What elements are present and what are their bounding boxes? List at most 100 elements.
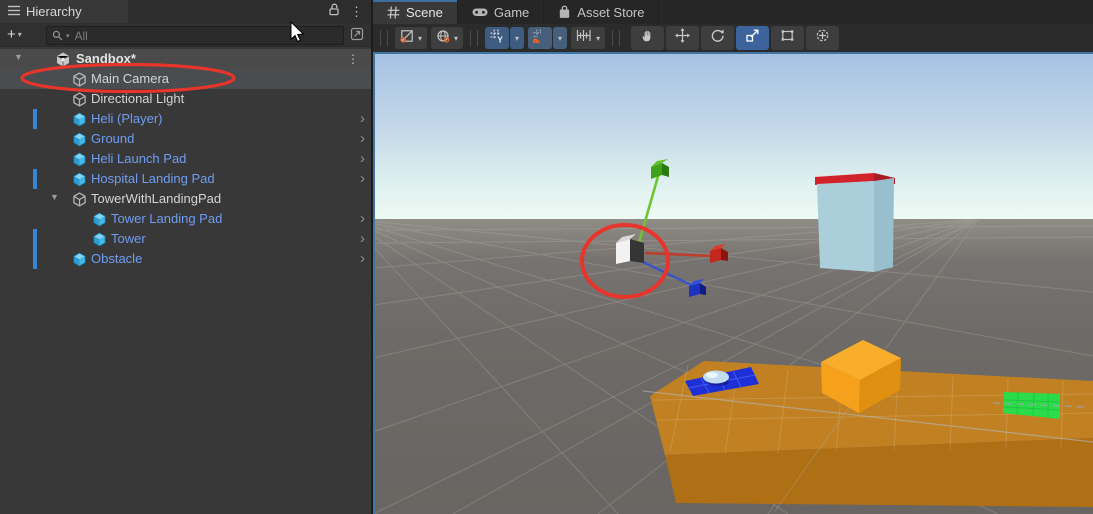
- heli-highlight: [706, 372, 718, 378]
- tower[interactable]: [815, 172, 895, 272]
- shading-mode-button[interactable]: ▾: [395, 27, 428, 49]
- prefab-override-bar: [33, 109, 37, 129]
- search-icon: [52, 30, 63, 41]
- tab-label: Asset Store: [577, 4, 645, 20]
- hierarchy-item-tower[interactable]: Tower ›: [0, 229, 371, 249]
- scene-row-sandbox[interactable]: ▼ Sandbox* ⋮: [0, 49, 371, 69]
- add-gameobject-button[interactable]: + ▾: [0, 26, 27, 43]
- view-hand-tool-button[interactable]: [631, 26, 665, 50]
- prefab-open-chevron-icon[interactable]: ›: [360, 109, 365, 129]
- search-input[interactable]: [72, 27, 307, 44]
- hierarchy-item-label: Ground: [91, 131, 135, 146]
- prefab-cube-icon: [72, 132, 87, 150]
- hierarchy-panel: Hierarchy ⋮ +▾ ▾ ▼: [0, 0, 371, 514]
- tab-scene[interactable]: Scene: [373, 0, 458, 24]
- search-filter-caret-icon[interactable]: ▾: [66, 32, 70, 40]
- prefab-cube-icon: [72, 172, 87, 190]
- hierarchy-item-heli-player[interactable]: Heli (Player) ›: [0, 109, 371, 129]
- prefab-cube-icon: [72, 252, 87, 270]
- scene-panel: Scene Game Asset Store ▾ ▾ Y ▾ ▾ ▾: [373, 0, 1093, 514]
- hierarchy-tab[interactable]: Hierarchy: [0, 0, 128, 23]
- hierarchy-list: ▼ Sandbox* ⋮ Main Camera Directional Light He…: [0, 47, 371, 269]
- hierarchy-search-field[interactable]: ▾: [46, 26, 344, 45]
- scene-name: Sandbox*: [76, 51, 136, 66]
- prefab-open-chevron-icon[interactable]: ›: [360, 149, 365, 169]
- grid-y-icon: Y: [490, 29, 504, 48]
- hierarchy-item-hospital-landing-pad[interactable]: Hospital Landing Pad ›: [0, 169, 371, 189]
- hierarchy-item-heli-launch-pad[interactable]: Heli Launch Pad ›: [0, 149, 371, 169]
- hierarchy-item-label: Heli Launch Pad: [91, 151, 187, 166]
- scene-toolbar: ▾ ▾ Y ▾ ▾ ▾: [373, 24, 1093, 52]
- scene-menu-icon[interactable]: ⋮: [347, 52, 359, 66]
- hierarchy-item-label: Main Camera: [91, 71, 170, 86]
- grid-visibility-dropdown[interactable]: ▾: [510, 27, 525, 49]
- transform-icon: [815, 28, 830, 48]
- bag-icon: [558, 5, 571, 19]
- hierarchy-item-directional-light[interactable]: Directional Light: [0, 89, 371, 109]
- snap-dropdown[interactable]: ▾: [553, 27, 568, 49]
- prefab-cube-icon: [72, 112, 87, 130]
- hierarchy-item-towerwithlandingpad[interactable]: ▼ TowerWithLandingPad: [0, 189, 371, 209]
- move-tool-button[interactable]: [666, 26, 700, 50]
- transform-tools: [631, 26, 840, 50]
- scale-tool-button[interactable]: [736, 26, 770, 50]
- prefab-cube-icon: [92, 212, 107, 230]
- prefab-open-chevron-icon[interactable]: ›: [360, 249, 365, 269]
- snap-toggle-button[interactable]: [528, 27, 553, 49]
- expand-triangle-icon[interactable]: ▼: [50, 192, 59, 202]
- hierarchy-tab-label: Hierarchy: [26, 4, 82, 19]
- skybox: [375, 54, 1093, 219]
- scene-tabbar: Scene Game Asset Store: [373, 0, 1093, 24]
- svg-text:Y: Y: [497, 34, 503, 43]
- toolbar-grip[interactable]: [380, 30, 388, 46]
- prefab-open-chevron-icon[interactable]: ›: [360, 129, 365, 149]
- tab-asset-store[interactable]: Asset Store: [544, 0, 660, 24]
- hierarchy-item-label: Heli (Player): [91, 111, 163, 126]
- collapse-triangle-icon[interactable]: ▼: [14, 52, 23, 62]
- toolbar-separator: [470, 30, 479, 46]
- hierarchy-item-label: Directional Light: [91, 91, 185, 106]
- scene-viewport[interactable]: [373, 52, 1093, 514]
- gameobject-cube-icon: [72, 72, 87, 90]
- tab-label: Scene: [406, 4, 443, 20]
- hand-icon: [640, 28, 655, 48]
- grid-icon: [387, 5, 400, 19]
- rect-tool-button[interactable]: [771, 26, 805, 50]
- prefab-cube-icon: [92, 232, 107, 250]
- prefab-cube-icon: [72, 152, 87, 170]
- view-options-button[interactable]: ▾: [431, 27, 464, 49]
- hierarchy-header: Hierarchy ⋮: [0, 0, 371, 23]
- prefab-override-bar: [33, 249, 37, 269]
- shading-mode-icon: [400, 29, 414, 48]
- hierarchy-item-label: TowerWithLandingPad: [91, 191, 222, 206]
- toolbar-separator: [612, 30, 621, 46]
- unity-editor: Hierarchy ⋮ +▾ ▾ ▼: [0, 0, 1093, 514]
- gameobject-cube-icon: [72, 192, 87, 210]
- scale-icon: [745, 28, 760, 48]
- hierarchy-item-label: Tower Landing Pad: [111, 211, 223, 226]
- tab-game[interactable]: Game: [458, 0, 545, 24]
- hierarchy-item-label: Tower: [111, 231, 146, 246]
- gamepad-icon: [472, 6, 488, 18]
- prefab-open-chevron-icon[interactable]: ›: [360, 209, 365, 229]
- rect-tool-icon: [780, 28, 795, 48]
- rotate-tool-button[interactable]: [701, 26, 735, 50]
- grid-visibility-button[interactable]: Y: [485, 27, 510, 49]
- move-icon: [675, 28, 691, 48]
- hierarchy-item-obstacle[interactable]: Obstacle ›: [0, 249, 371, 269]
- hierarchy-item-ground[interactable]: Ground ›: [0, 129, 371, 149]
- prefab-open-chevron-icon[interactable]: ›: [360, 169, 365, 189]
- snap-increment-button[interactable]: ▾: [571, 27, 606, 49]
- unlock-icon[interactable]: [328, 3, 340, 21]
- grid-magnet-icon: [531, 29, 547, 48]
- transform-tool-button[interactable]: [806, 26, 840, 50]
- hierarchy-item-label: Obstacle: [91, 251, 143, 266]
- prefab-override-bar: [33, 169, 37, 189]
- hierarchy-item-tower-landing-pad[interactable]: Tower Landing Pad ›: [0, 209, 371, 229]
- ruler-icon: [576, 29, 592, 47]
- hierarchy-toolbar: + ▾ ▾: [0, 23, 371, 47]
- prefab-open-chevron-icon[interactable]: ›: [360, 229, 365, 249]
- hierarchy-item-main-camera[interactable]: Main Camera: [0, 69, 371, 89]
- open-search-window-icon[interactable]: [350, 27, 364, 46]
- hierarchy-menu-icon[interactable]: ⋮: [350, 5, 363, 18]
